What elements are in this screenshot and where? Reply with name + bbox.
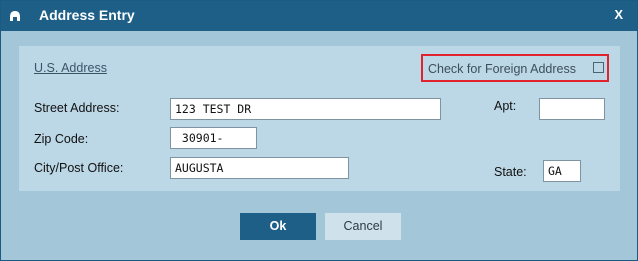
address-panel: U.S. Address Check for Foreign Address S… (19, 46, 620, 191)
zip-code-label: Zip Code: (34, 132, 89, 146)
dialog-title: Address Entry (39, 7, 135, 23)
zip-code-input[interactable] (170, 127, 257, 149)
state-label: State: (494, 165, 527, 179)
ok-button[interactable]: Ok (240, 213, 316, 240)
apt-input[interactable] (539, 98, 605, 120)
app-helmet-icon (10, 11, 20, 21)
us-address-link[interactable]: U.S. Address (34, 61, 107, 75)
foreign-address-label: Check for Foreign Address (428, 62, 576, 76)
address-entry-dialog: Address Entry X U.S. Address Check for F… (0, 0, 638, 261)
cancel-button[interactable]: Cancel (325, 213, 401, 240)
foreign-address-highlight[interactable]: Check for Foreign Address (421, 54, 609, 82)
street-address-label: Street Address: (34, 101, 120, 115)
close-button[interactable]: X (614, 7, 623, 22)
city-label: City/Post Office: (34, 161, 124, 175)
city-input[interactable] (170, 157, 349, 179)
title-bar: Address Entry X (1, 1, 637, 31)
apt-label: Apt: (494, 99, 517, 113)
state-input[interactable] (543, 160, 581, 182)
foreign-address-checkbox[interactable] (593, 62, 604, 73)
street-address-input[interactable] (170, 98, 441, 120)
